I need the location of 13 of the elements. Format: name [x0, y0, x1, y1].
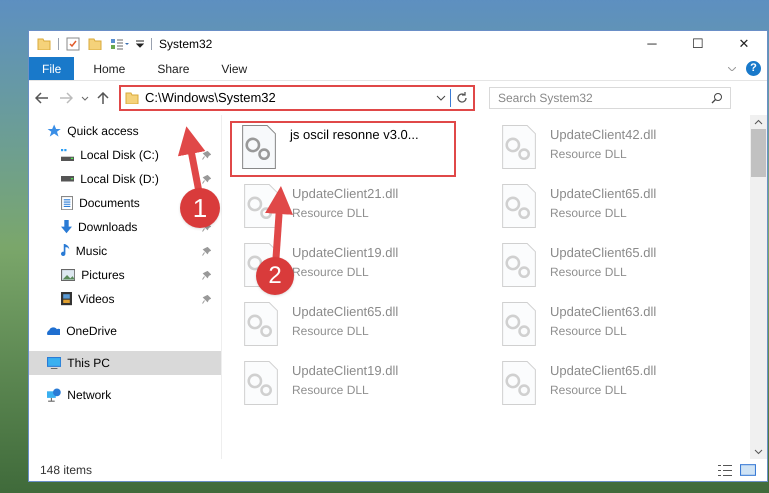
file-type: Resource DLL: [292, 204, 370, 222]
file-name: js oscil resonne v3.0...: [290, 126, 419, 144]
file-type: Resource DLL: [550, 204, 628, 222]
window-title: System32: [159, 36, 212, 53]
file-type: Resource DLL: [550, 146, 628, 162]
file-type: Resource DLL: [550, 264, 628, 280]
file-type: Resource DLL: [550, 322, 628, 340]
item-count: 148 items: [40, 462, 92, 479]
file-type: Resource DLL: [550, 382, 628, 398]
file-type: Resource DLL: [292, 264, 370, 280]
file-type: Resource DLL: [292, 382, 370, 398]
address-path: C:\Windows\System32: [145, 89, 276, 108]
file-type: Resource DLL: [292, 322, 370, 340]
